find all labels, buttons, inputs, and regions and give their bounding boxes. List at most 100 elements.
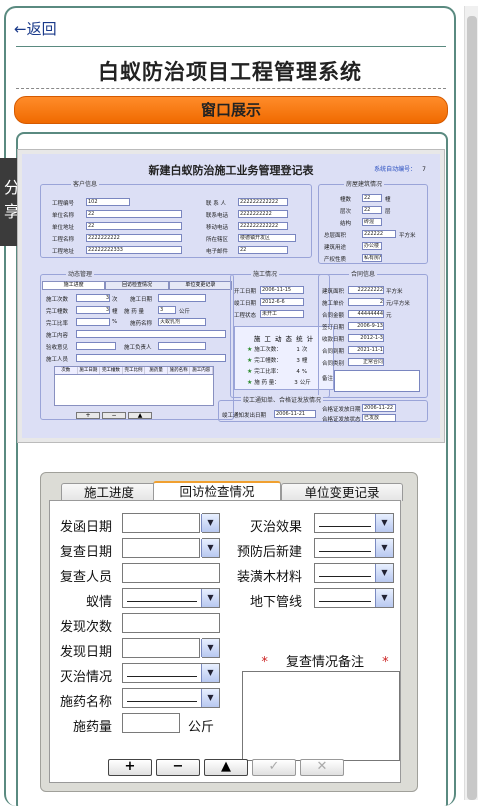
dynamic-field-input[interactable] <box>76 342 116 350</box>
construction-field-input[interactable]: 未开工 <box>260 310 304 318</box>
customer-field-input[interactable]: 22 <box>86 222 182 230</box>
revisit-text-input[interactable] <box>122 613 220 633</box>
revisit-text-input[interactable] <box>122 563 220 583</box>
notice-field-input[interactable]: 2006-11-22 <box>362 404 396 412</box>
building-field-input[interactable]: 私有房产 <box>362 254 382 262</box>
revisit-select[interactable]: ▼ <box>314 513 394 533</box>
chevron-down-icon[interactable]: ▼ <box>201 539 219 557</box>
customer-field-input[interactable]: 22 <box>238 246 288 254</box>
construction-field-input[interactable]: 2006-11-15 <box>260 286 304 294</box>
chevron-down-icon[interactable]: ▼ <box>201 689 219 707</box>
contract-field-input[interactable]: 2 <box>348 298 384 306</box>
revisit-select[interactable]: ▼ <box>314 538 394 558</box>
dynamic-field-input[interactable] <box>158 294 206 302</box>
dynamic-field-input[interactable] <box>76 330 226 338</box>
customer-field-input[interactable]: 2222222222 <box>238 210 288 218</box>
add-button[interactable]: + <box>108 759 152 776</box>
dynamic-tabs: 施工进度 回访检查情况 单位变更记录 <box>42 281 232 290</box>
revisit-field-label: 灭治情况 <box>59 670 112 685</box>
notes-textarea[interactable] <box>242 671 400 761</box>
chevron-down-icon[interactable]: ▼ <box>201 639 219 657</box>
move-up-button[interactable]: ▲ <box>204 759 248 776</box>
date-dropdown[interactable]: ▼ <box>201 538 220 558</box>
dynamic-field-input[interactable] <box>76 354 226 362</box>
remark-field[interactable] <box>334 370 420 392</box>
revisit-form: 发函日期 ▼ 复查日期 ▼ 复查人员 蚁情 ▼ 发现次数 发现日期 ▼ 灭治情况 ▼ 施药名称 ▼ 施药量 公… <box>49 500 401 783</box>
tab-progress[interactable]: 施工进度 <box>61 483 157 501</box>
revisit-field-label: 发现次数 <box>59 620 112 635</box>
building-field-input[interactable]: 办公楼 <box>362 242 382 250</box>
dynamic-field-input[interactable]: 灭蚁乳剂 <box>158 318 206 326</box>
chevron-down-icon[interactable]: ▼ <box>201 589 219 607</box>
revisit-select[interactable]: ▼ <box>314 588 394 608</box>
customer-legend: 客户信息 <box>71 179 100 188</box>
dynamic-field-input[interactable] <box>158 342 206 350</box>
contract-field-input[interactable]: 44444444 <box>348 310 384 318</box>
building-field-input[interactable]: 222222 <box>362 230 396 238</box>
small-up-button[interactable]: ▲ <box>128 412 152 419</box>
customer-field-input[interactable]: 22 <box>86 210 182 218</box>
back-link[interactable]: ←返回 <box>14 18 57 39</box>
contract-field-input[interactable]: 22222222 <box>348 286 384 294</box>
cancel-button[interactable]: ✕ <box>300 759 344 776</box>
dynamic-field-input[interactable] <box>76 318 110 326</box>
dynamic-field-input[interactable]: 3 <box>76 306 110 314</box>
contract-field-input[interactable]: 正常合同 <box>348 358 384 366</box>
notice-date-field[interactable]: 2006-11-21 <box>274 410 316 418</box>
revisit-select[interactable]: ▼ <box>122 688 220 708</box>
revisit-text-input[interactable] <box>122 713 180 733</box>
revisit-field-label: 施药名称 <box>59 695 112 710</box>
contract-field-input[interactable]: 2012-1-3 <box>348 334 384 342</box>
tab-progress-small[interactable]: 施工进度 <box>42 281 106 290</box>
revisit-select[interactable]: ▼ <box>122 588 220 608</box>
construction-field-input[interactable]: 2012-6-6 <box>260 298 304 306</box>
select-value-line <box>319 576 371 577</box>
remove-button[interactable]: − <box>156 759 200 776</box>
revisit-tabs: 施工进度 回访检查情况 单位变更记录 <box>49 481 403 501</box>
stats-unit: 幢 <box>301 358 308 364</box>
building-field-input[interactable]: 砖混 <box>362 218 382 226</box>
tab-change-small[interactable]: 单位变更记录 <box>168 281 232 290</box>
revisit-select[interactable]: ▼ <box>314 563 394 583</box>
date-dropdown[interactable]: ▼ <box>201 638 220 658</box>
tab-revisit[interactable]: 回访检查情况 <box>153 481 281 501</box>
revisit-date-input[interactable] <box>122 513 200 533</box>
customer-field-input[interactable]: 楼德镇开发区 <box>238 234 296 242</box>
contract-legend: 合同信息 <box>349 269 378 278</box>
customer-field-label: 工程名称 <box>52 237 75 243</box>
dynamic-field-input[interactable]: 3 <box>158 306 176 314</box>
confirm-button[interactable]: ✓ <box>252 759 296 776</box>
customer-field-label: 所在辖区 <box>206 237 229 243</box>
notice-field-input[interactable]: 已发放 <box>362 414 396 422</box>
scrollbar-thumb[interactable] <box>467 16 477 800</box>
stats-value: 4 <box>296 369 300 375</box>
contract-field-input[interactable]: 2006-9-13 <box>348 322 384 330</box>
contract-field-label: 合同到期 <box>322 349 345 355</box>
scrollbar[interactable] <box>464 6 478 800</box>
chevron-down-icon[interactable]: ▼ <box>375 564 393 582</box>
customer-field-input[interactable]: 222222222222 <box>238 198 288 206</box>
building-field-input[interactable]: 22 <box>362 206 382 214</box>
customer-field-input[interactable]: 102 <box>86 198 130 206</box>
chevron-down-icon[interactable]: ▼ <box>201 514 219 532</box>
revisit-field-label: 地下管线 <box>249 595 302 610</box>
small-add-button[interactable]: + <box>76 412 100 419</box>
tab-unit-change[interactable]: 单位变更记录 <box>281 483 403 501</box>
dynamic-field-input[interactable]: 3 <box>76 294 110 302</box>
chevron-down-icon[interactable]: ▼ <box>375 589 393 607</box>
small-remove-button[interactable]: − <box>102 412 126 419</box>
tab-revisit-small[interactable]: 回访检查情况 <box>105 281 169 290</box>
chevron-down-icon[interactable]: ▼ <box>375 539 393 557</box>
revisit-date-input[interactable] <box>122 638 200 658</box>
date-dropdown[interactable]: ▼ <box>201 513 220 533</box>
revisit-select[interactable]: ▼ <box>122 663 220 683</box>
customer-field-input[interactable]: 22222222333 <box>86 246 182 254</box>
chevron-down-icon[interactable]: ▼ <box>375 514 393 532</box>
revisit-date-input[interactable] <box>122 538 200 558</box>
dynamic-unit: 幢 <box>112 309 118 315</box>
building-field-input[interactable]: 22 <box>362 194 382 202</box>
customer-field-input[interactable]: 222222222222 <box>238 222 288 230</box>
contract-field-input[interactable]: 2021-11-1 <box>348 346 384 354</box>
customer-field-input[interactable]: 2222222222 <box>86 234 182 242</box>
chevron-down-icon[interactable]: ▼ <box>201 664 219 682</box>
